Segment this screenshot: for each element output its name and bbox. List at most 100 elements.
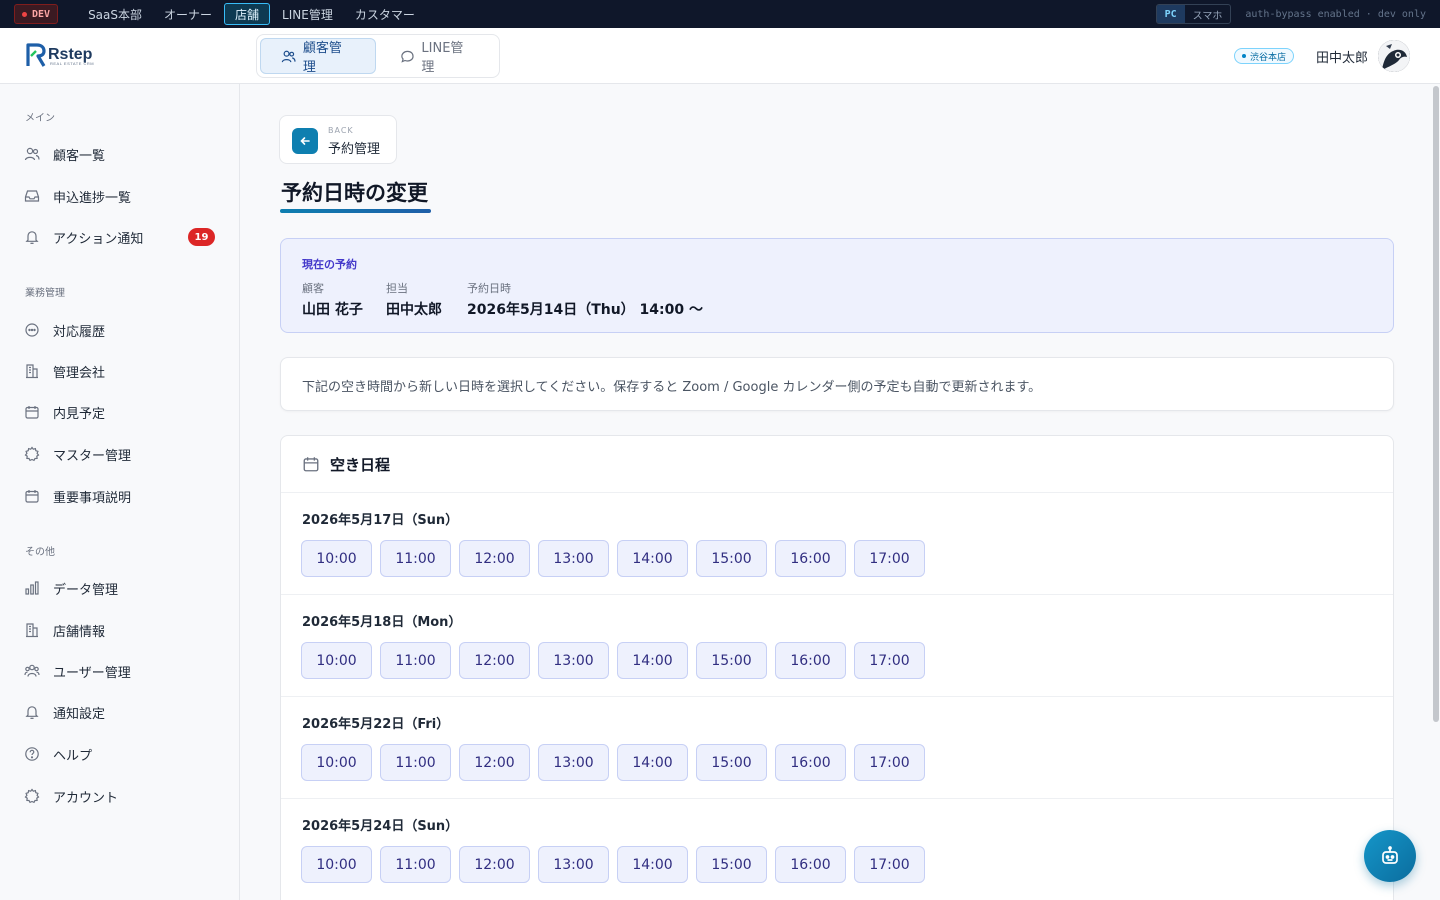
auth-bypass-note: auth-bypass enabled · dev only bbox=[1245, 8, 1426, 20]
store-badge[interactable]: 渋谷本店 bbox=[1234, 48, 1295, 64]
sidebar-item-important-explanation[interactable]: 重要事項説明 bbox=[24, 482, 220, 510]
avatar[interactable] bbox=[1378, 40, 1410, 72]
sidebar-item-management-company[interactable]: 管理会社 bbox=[24, 357, 220, 385]
time-slot-button[interactable]: 12:00 bbox=[459, 846, 530, 883]
dev-tab-line[interactable]: LINE管理 bbox=[272, 3, 343, 25]
available-slots-card: 空き日程 2026年5月17日（Sun） 10:00 11:00 12:00 13:00… bbox=[280, 435, 1394, 900]
app-header: Rstep REAL ESTATE CRM 顧客管理 LINE管理 渋谷本店 田… bbox=[0, 28, 1440, 84]
time-slot-button[interactable]: 14:00 bbox=[617, 540, 688, 577]
dev-tab-customer[interactable]: カスタマー bbox=[345, 3, 425, 25]
sidebar-item-label: マスター管理 bbox=[53, 448, 132, 464]
dev-toolbar: DEV SaaS本部 オーナー 店舗 LINE管理 カスタマー PC スマホ a… bbox=[0, 0, 1440, 28]
time-slot-button[interactable]: 16:00 bbox=[775, 642, 846, 679]
time-slot-row: 10:00 11:00 12:00 13:00 14:00 15:00 16:00 17:00 bbox=[301, 846, 925, 883]
title-underline bbox=[280, 209, 431, 213]
building-icon bbox=[26, 623, 38, 638]
day-group: 2026年5月22日（Fri） 10:00 11:00 12:00 13:00 14:00… bbox=[281, 697, 1393, 799]
calendar-icon bbox=[25, 406, 39, 419]
bar-chart-icon bbox=[25, 581, 39, 595]
time-slot-button[interactable]: 17:00 bbox=[854, 540, 925, 577]
time-slot-button[interactable]: 16:00 bbox=[775, 540, 846, 577]
time-slot-button[interactable]: 17:00 bbox=[854, 846, 925, 883]
time-slot-button[interactable]: 15:00 bbox=[696, 744, 767, 781]
time-slot-button[interactable]: 17:00 bbox=[854, 642, 925, 679]
time-slot-button[interactable]: 10:00 bbox=[301, 540, 372, 577]
time-slot-button[interactable]: 11:00 bbox=[380, 744, 451, 781]
view-mobile-button[interactable]: スマホ bbox=[1185, 5, 1231, 23]
time-slot-button[interactable]: 13:00 bbox=[538, 744, 609, 781]
day-label: 2026年5月18日（Mon） bbox=[302, 615, 462, 630]
sidebar-item-action-notifications[interactable]: アクション通知 19 bbox=[24, 223, 220, 251]
back-button[interactable]: BACK 予約管理 bbox=[279, 115, 397, 164]
sidebar-item-store-info[interactable]: 店舗情報 bbox=[24, 616, 220, 644]
view-pc-button[interactable]: PC bbox=[1156, 5, 1185, 23]
time-slot-button[interactable]: 10:00 bbox=[301, 642, 372, 679]
customer-value: 山田 花子 bbox=[302, 302, 363, 318]
sidebar: メイン 顧客一覧 申込進捗一覧 アクション通知 19 業務管理 対応履歴 管理会… bbox=[0, 84, 240, 900]
bell-icon bbox=[25, 231, 39, 244]
sidebar-item-label: ヘルプ bbox=[53, 748, 93, 764]
time-slot-button[interactable]: 12:00 bbox=[459, 744, 530, 781]
chatbot-button[interactable] bbox=[1364, 830, 1416, 882]
logo[interactable]: Rstep REAL ESTATE CRM bbox=[26, 42, 95, 68]
time-slot-button[interactable]: 13:00 bbox=[538, 846, 609, 883]
time-slot-button[interactable]: 11:00 bbox=[380, 846, 451, 883]
sidebar-item-master-management[interactable]: マスター管理 bbox=[24, 440, 220, 468]
page-scrollbar[interactable] bbox=[1433, 86, 1439, 722]
sidebar-item-viewing-schedule[interactable]: 内見予定 bbox=[24, 398, 220, 426]
tab-customer-management-label: 顧客管理 bbox=[302, 41, 342, 75]
time-slot-button[interactable]: 11:00 bbox=[380, 642, 451, 679]
time-slot-button[interactable]: 10:00 bbox=[301, 846, 372, 883]
sidebar-item-notification-settings[interactable]: 通知設定 bbox=[24, 698, 220, 726]
time-slot-button[interactable]: 17:00 bbox=[854, 744, 925, 781]
sidebar-item-label: 重要事項説明 bbox=[53, 490, 132, 506]
time-slot-button[interactable]: 10:00 bbox=[301, 744, 372, 781]
sidebar-item-account[interactable]: アカウント bbox=[24, 782, 220, 810]
sidebar-item-data-management[interactable]: データ管理 bbox=[24, 574, 220, 602]
help-icon bbox=[25, 747, 39, 761]
user-name[interactable]: 田中太郎 bbox=[1316, 47, 1368, 66]
time-slot-button[interactable]: 12:00 bbox=[459, 642, 530, 679]
env-badge-label: DEV bbox=[32, 8, 51, 20]
time-slot-button[interactable]: 16:00 bbox=[775, 744, 846, 781]
users-icon bbox=[281, 50, 296, 62]
tab-line-management[interactable]: LINE管理 bbox=[380, 38, 496, 75]
customer-key: 顧客 bbox=[302, 282, 324, 295]
sidebar-item-application-progress[interactable]: 申込進捗一覧 bbox=[24, 182, 220, 210]
time-slot-button[interactable]: 14:00 bbox=[617, 846, 688, 883]
staff-field: 担当 田中太郎 bbox=[386, 280, 442, 319]
logo-subtext: REAL ESTATE CRM bbox=[50, 61, 95, 66]
tab-customer-management[interactable]: 顧客管理 bbox=[260, 38, 376, 75]
time-slot-button[interactable]: 16:00 bbox=[775, 846, 846, 883]
tab-line-management-label: LINE管理 bbox=[421, 41, 464, 75]
customer-field: 顧客 山田 花子 bbox=[302, 280, 363, 319]
sidebar-section-operations: 業務管理 bbox=[25, 288, 65, 299]
users-gear-icon bbox=[24, 664, 40, 677]
time-slot-button[interactable]: 13:00 bbox=[538, 540, 609, 577]
time-slot-button[interactable]: 15:00 bbox=[696, 846, 767, 883]
time-slot-button[interactable]: 15:00 bbox=[696, 540, 767, 577]
arrow-left-icon bbox=[292, 128, 318, 154]
time-slot-button[interactable]: 15:00 bbox=[696, 642, 767, 679]
time-slot-button[interactable]: 12:00 bbox=[459, 540, 530, 577]
dev-tab-store[interactable]: 店舗 bbox=[224, 3, 271, 25]
sidebar-item-user-management[interactable]: ユーザー管理 bbox=[24, 657, 220, 685]
time-slot-button[interactable]: 14:00 bbox=[617, 642, 688, 679]
sidebar-item-customer-list[interactable]: 顧客一覧 bbox=[24, 140, 220, 168]
time-slot-button[interactable]: 13:00 bbox=[538, 642, 609, 679]
mode-tabs: 顧客管理 LINE管理 bbox=[256, 34, 500, 78]
datetime-key: 予約日時 bbox=[467, 282, 511, 295]
time-slot-button[interactable]: 11:00 bbox=[380, 540, 451, 577]
time-slot-button[interactable]: 14:00 bbox=[617, 744, 688, 781]
back-label: 予約管理 bbox=[328, 142, 381, 157]
sidebar-item-help[interactable]: ヘルプ bbox=[24, 740, 220, 768]
store-badge-label: 渋谷本店 bbox=[1250, 52, 1287, 63]
dev-tab-owner[interactable]: オーナー bbox=[154, 3, 222, 25]
sidebar-item-label: 対応履歴 bbox=[53, 324, 106, 340]
current-reservation-label: 現在の予約 bbox=[302, 258, 357, 271]
slots-title: 空き日程 bbox=[330, 455, 391, 474]
sidebar-item-label: ユーザー管理 bbox=[53, 665, 131, 681]
dev-tab-saas[interactable]: SaaS本部 bbox=[78, 3, 152, 25]
sidebar-item-history[interactable]: 対応履歴 bbox=[24, 316, 220, 344]
instruction-text: 下記の空き時間から新しい日時を選択してください。保存すると Zoom / Goo… bbox=[302, 380, 1042, 395]
